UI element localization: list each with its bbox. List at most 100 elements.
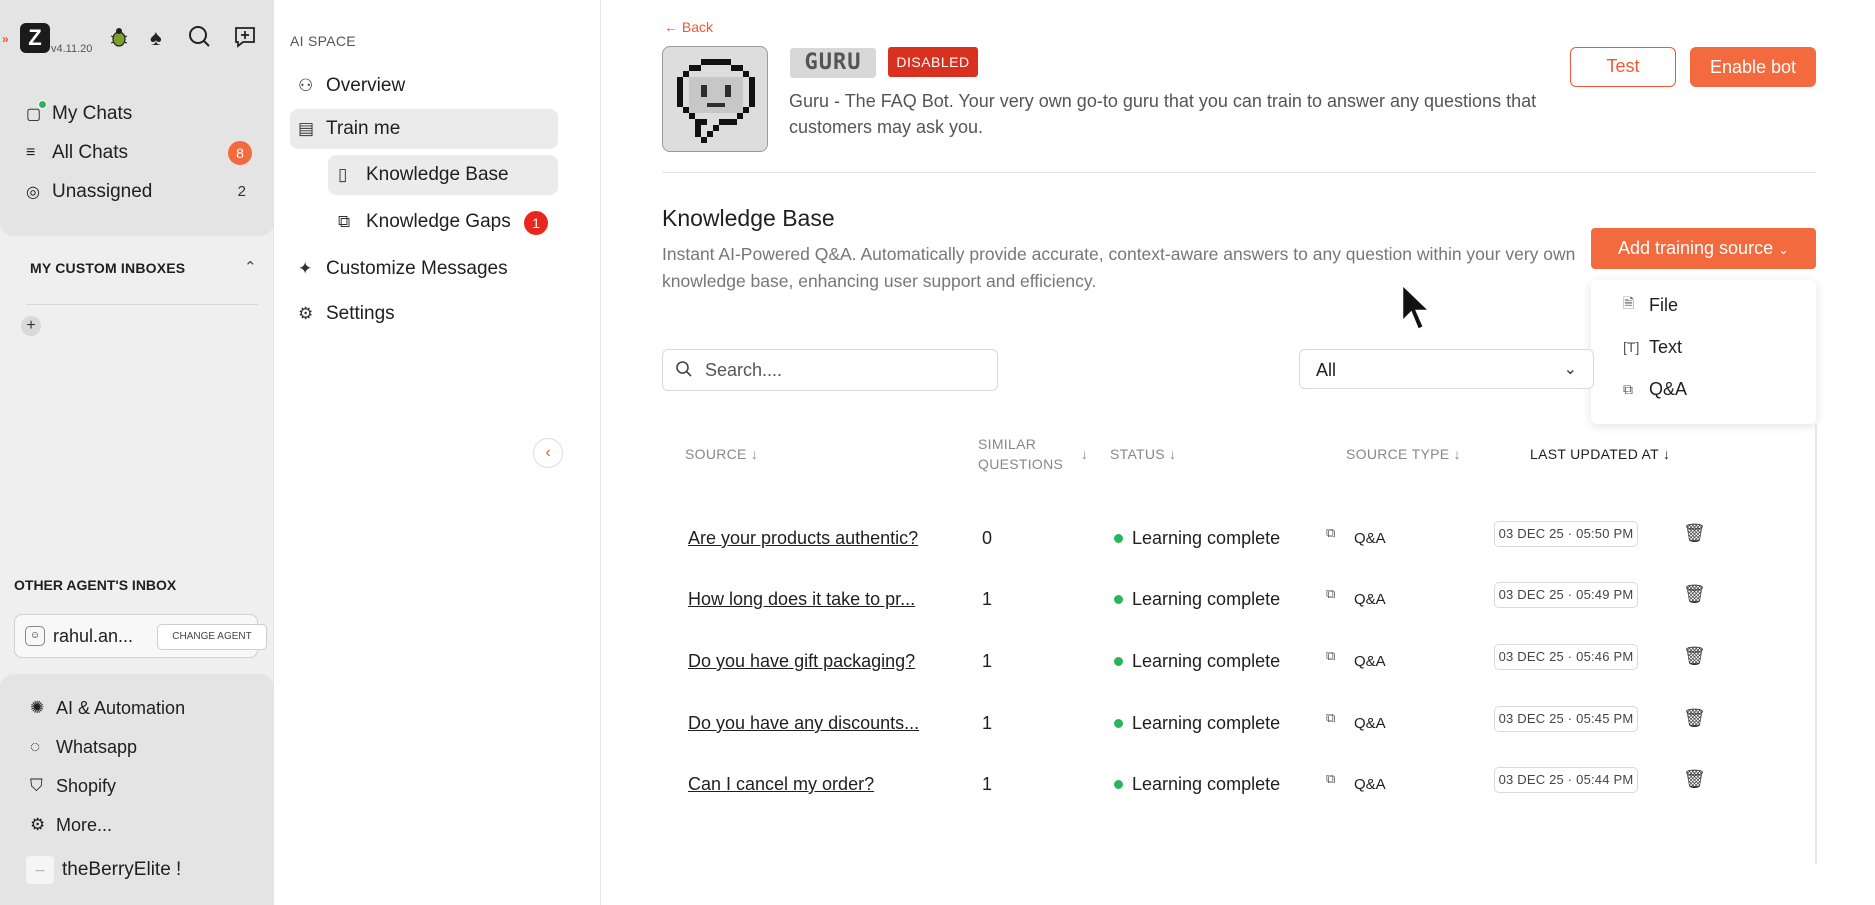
table-row: Can I cancel my order? 1 Learning comple… [662, 751, 1812, 821]
search-icon[interactable] [188, 24, 212, 57]
nav-shopify[interactable]: ⛉ Shopify [30, 771, 116, 801]
table-scrollbar[interactable] [1815, 424, 1817, 864]
qa-icon: ⧉ [1326, 586, 1336, 601]
nav-unassigned-label: Unassigned [52, 181, 153, 202]
nav-ai-automation-label: AI & Automation [56, 697, 186, 718]
nav-more-label: More... [56, 814, 113, 835]
source-link[interactable]: Can I cancel my order? [688, 774, 938, 795]
nav-train-me-label: Train me [326, 118, 401, 139]
nav-my-chats-label: My Chats [52, 103, 133, 124]
add-training-source-label: Add training source [1617, 238, 1774, 258]
source-link[interactable]: Do you have any discounts... [688, 713, 938, 734]
search-icon [675, 360, 693, 383]
spade-icon[interactable]: ♠ [150, 24, 162, 52]
nav-unassigned[interactable]: ◎ Unassigned 2 [26, 176, 252, 208]
col-source[interactable]: SOURCE ↓ [685, 444, 758, 464]
status-text: Learning complete [1132, 713, 1281, 733]
nav-knowledge-base[interactable]: ▯ Knowledge Base [328, 155, 558, 195]
change-agent-button[interactable]: CHANGE AGENT [157, 624, 267, 650]
train-icon: ▤ [298, 119, 315, 138]
source-link[interactable]: How long does it take to pr... [688, 589, 938, 610]
trash-icon[interactable]: 🗑 [1683, 646, 1706, 667]
menu-item-file[interactable]: 🗎 File [1623, 290, 1678, 320]
nav-settings[interactable]: ⚙ Settings [298, 294, 558, 334]
sort-arrow-icon: ↓ [1169, 446, 1177, 462]
trash-icon[interactable]: 🗑 [1683, 584, 1706, 605]
ai-space-nav: AI SPACE ⚇ Overview ▤ Train me ▯ Knowled… [274, 0, 601, 905]
search-input[interactable] [705, 358, 985, 382]
qa-icon: ⧉ [1623, 380, 1633, 397]
test-button[interactable]: Test [1570, 47, 1676, 87]
main-content: ← Back GURU DISABLED Guru - The FAQ Bot.… [602, 0, 1875, 905]
expand-arrows-icon[interactable]: » [2, 32, 9, 46]
status-dot [1114, 595, 1123, 604]
nav-overview[interactable]: ⚇ Overview [298, 66, 558, 106]
nav-all-chats-label: All Chats [52, 142, 129, 163]
trash-icon[interactable]: 🗑 [1683, 769, 1706, 790]
chevron-up-icon[interactable]: ⌃ [244, 258, 257, 276]
sort-arrow-icon: ↓ [750, 446, 759, 462]
rail-top-panel: » Z v4.11.20 ♠ ▢ My Chats ≡ All Chats 8 … [0, 0, 274, 236]
add-training-source-button[interactable]: Add training source ⌄ [1591, 228, 1816, 269]
source-link[interactable]: Are your products authentic? [688, 528, 938, 549]
source-link[interactable]: Do you have gift packaging? [688, 651, 938, 672]
source-type-text: Q&A [1354, 590, 1386, 608]
nav-whatsapp[interactable]: ◌ Whatsapp [30, 732, 137, 762]
nav-all-chats[interactable]: ≡ All Chats 8 [26, 137, 252, 169]
col-source-type[interactable]: SOURCE TYPE ↓ [1346, 444, 1461, 464]
qa-icon: ⧉ [1326, 710, 1336, 725]
sort-arrow-icon[interactable]: ↓ [1081, 444, 1088, 464]
table-row: Do you have gift packaging? 1 Learning c… [662, 628, 1812, 698]
nav-customize-messages[interactable]: ✦ Customize Messages [298, 249, 558, 289]
store-name: theBerryElite ! [62, 859, 182, 880]
trash-icon[interactable]: 🗑 [1683, 708, 1706, 729]
mouse-cursor-icon [1400, 281, 1434, 339]
status-cell: Learning complete [1114, 651, 1280, 672]
book-icon: ▯ [338, 165, 348, 184]
enable-bot-button[interactable]: Enable bot [1690, 47, 1816, 87]
source-type-text: Q&A [1354, 652, 1386, 670]
nav-my-chats[interactable]: ▢ My Chats [26, 98, 252, 130]
source-type-text: Q&A [1354, 714, 1386, 732]
openai-icon: ✺ [30, 698, 45, 717]
nav-more[interactable]: ⚙ More... [30, 810, 112, 840]
qa-icon: ⧉ [1326, 771, 1336, 786]
col-source-type-label: SOURCE TYPE [1346, 446, 1450, 462]
source-type-cell: ⧉ Q&A [1326, 586, 1386, 612]
nav-knowledge-gaps[interactable]: ⧉ Knowledge Gaps 1 [338, 202, 558, 242]
nav-ai-automation[interactable]: ✺ AI & Automation [30, 693, 185, 723]
online-status-dot [38, 100, 47, 109]
nav-shopify-label: Shopify [56, 775, 117, 796]
unassigned-count: 2 [237, 183, 246, 200]
trash-icon[interactable]: 🗑 [1683, 523, 1706, 544]
col-last-updated[interactable]: LAST UPDATED AT ↓ [1530, 444, 1670, 464]
store-logo: — [26, 856, 54, 884]
status-cell: Learning complete [1114, 774, 1280, 795]
back-link[interactable]: ← Back [664, 19, 713, 35]
menu-item-qa[interactable]: ⧉ Q&A [1623, 374, 1687, 404]
other-inbox-header: OTHER AGENT'S INBOX [14, 577, 177, 593]
new-chat-icon[interactable] [233, 24, 259, 57]
bug-icon[interactable] [108, 24, 130, 57]
chevron-down-icon: ⌄ [1778, 242, 1789, 257]
updated-at-badge: 03 DEC 25 · 05:46 PM [1494, 644, 1638, 670]
store-switcher[interactable]: — theBerryElite ! [26, 854, 181, 886]
text-icon: [T] [1623, 339, 1640, 355]
translate-icon: ⧉ [338, 212, 351, 231]
collapse-sidebar-button[interactable]: ‹ [533, 438, 563, 468]
menu-item-text[interactable]: [T] Text [1623, 332, 1682, 362]
nav-train-me[interactable]: ▤ Train me [290, 109, 558, 149]
nav-knowledge-gaps-label: Knowledge Gaps [366, 211, 511, 232]
updated-at-badge: 03 DEC 25 · 05:50 PM [1494, 521, 1638, 547]
col-similar[interactable]: SIMILAR QUESTIONS [978, 434, 1063, 474]
col-status-label: STATUS [1110, 446, 1165, 462]
agent-name: rahul.an... [53, 626, 134, 646]
status-dot [1114, 534, 1123, 543]
app-version: v4.11.20 [51, 43, 93, 55]
col-last-updated-label: LAST UPDATED AT [1530, 446, 1659, 462]
updated-at-badge: 03 DEC 25 · 05:44 PM [1494, 767, 1638, 793]
col-status[interactable]: STATUS ↓ [1110, 444, 1176, 464]
add-inbox-button[interactable]: + [21, 316, 41, 336]
filter-select[interactable]: All ⌄ [1299, 349, 1594, 389]
brand-bar: » Z v4.11.20 ♠ [0, 18, 274, 58]
